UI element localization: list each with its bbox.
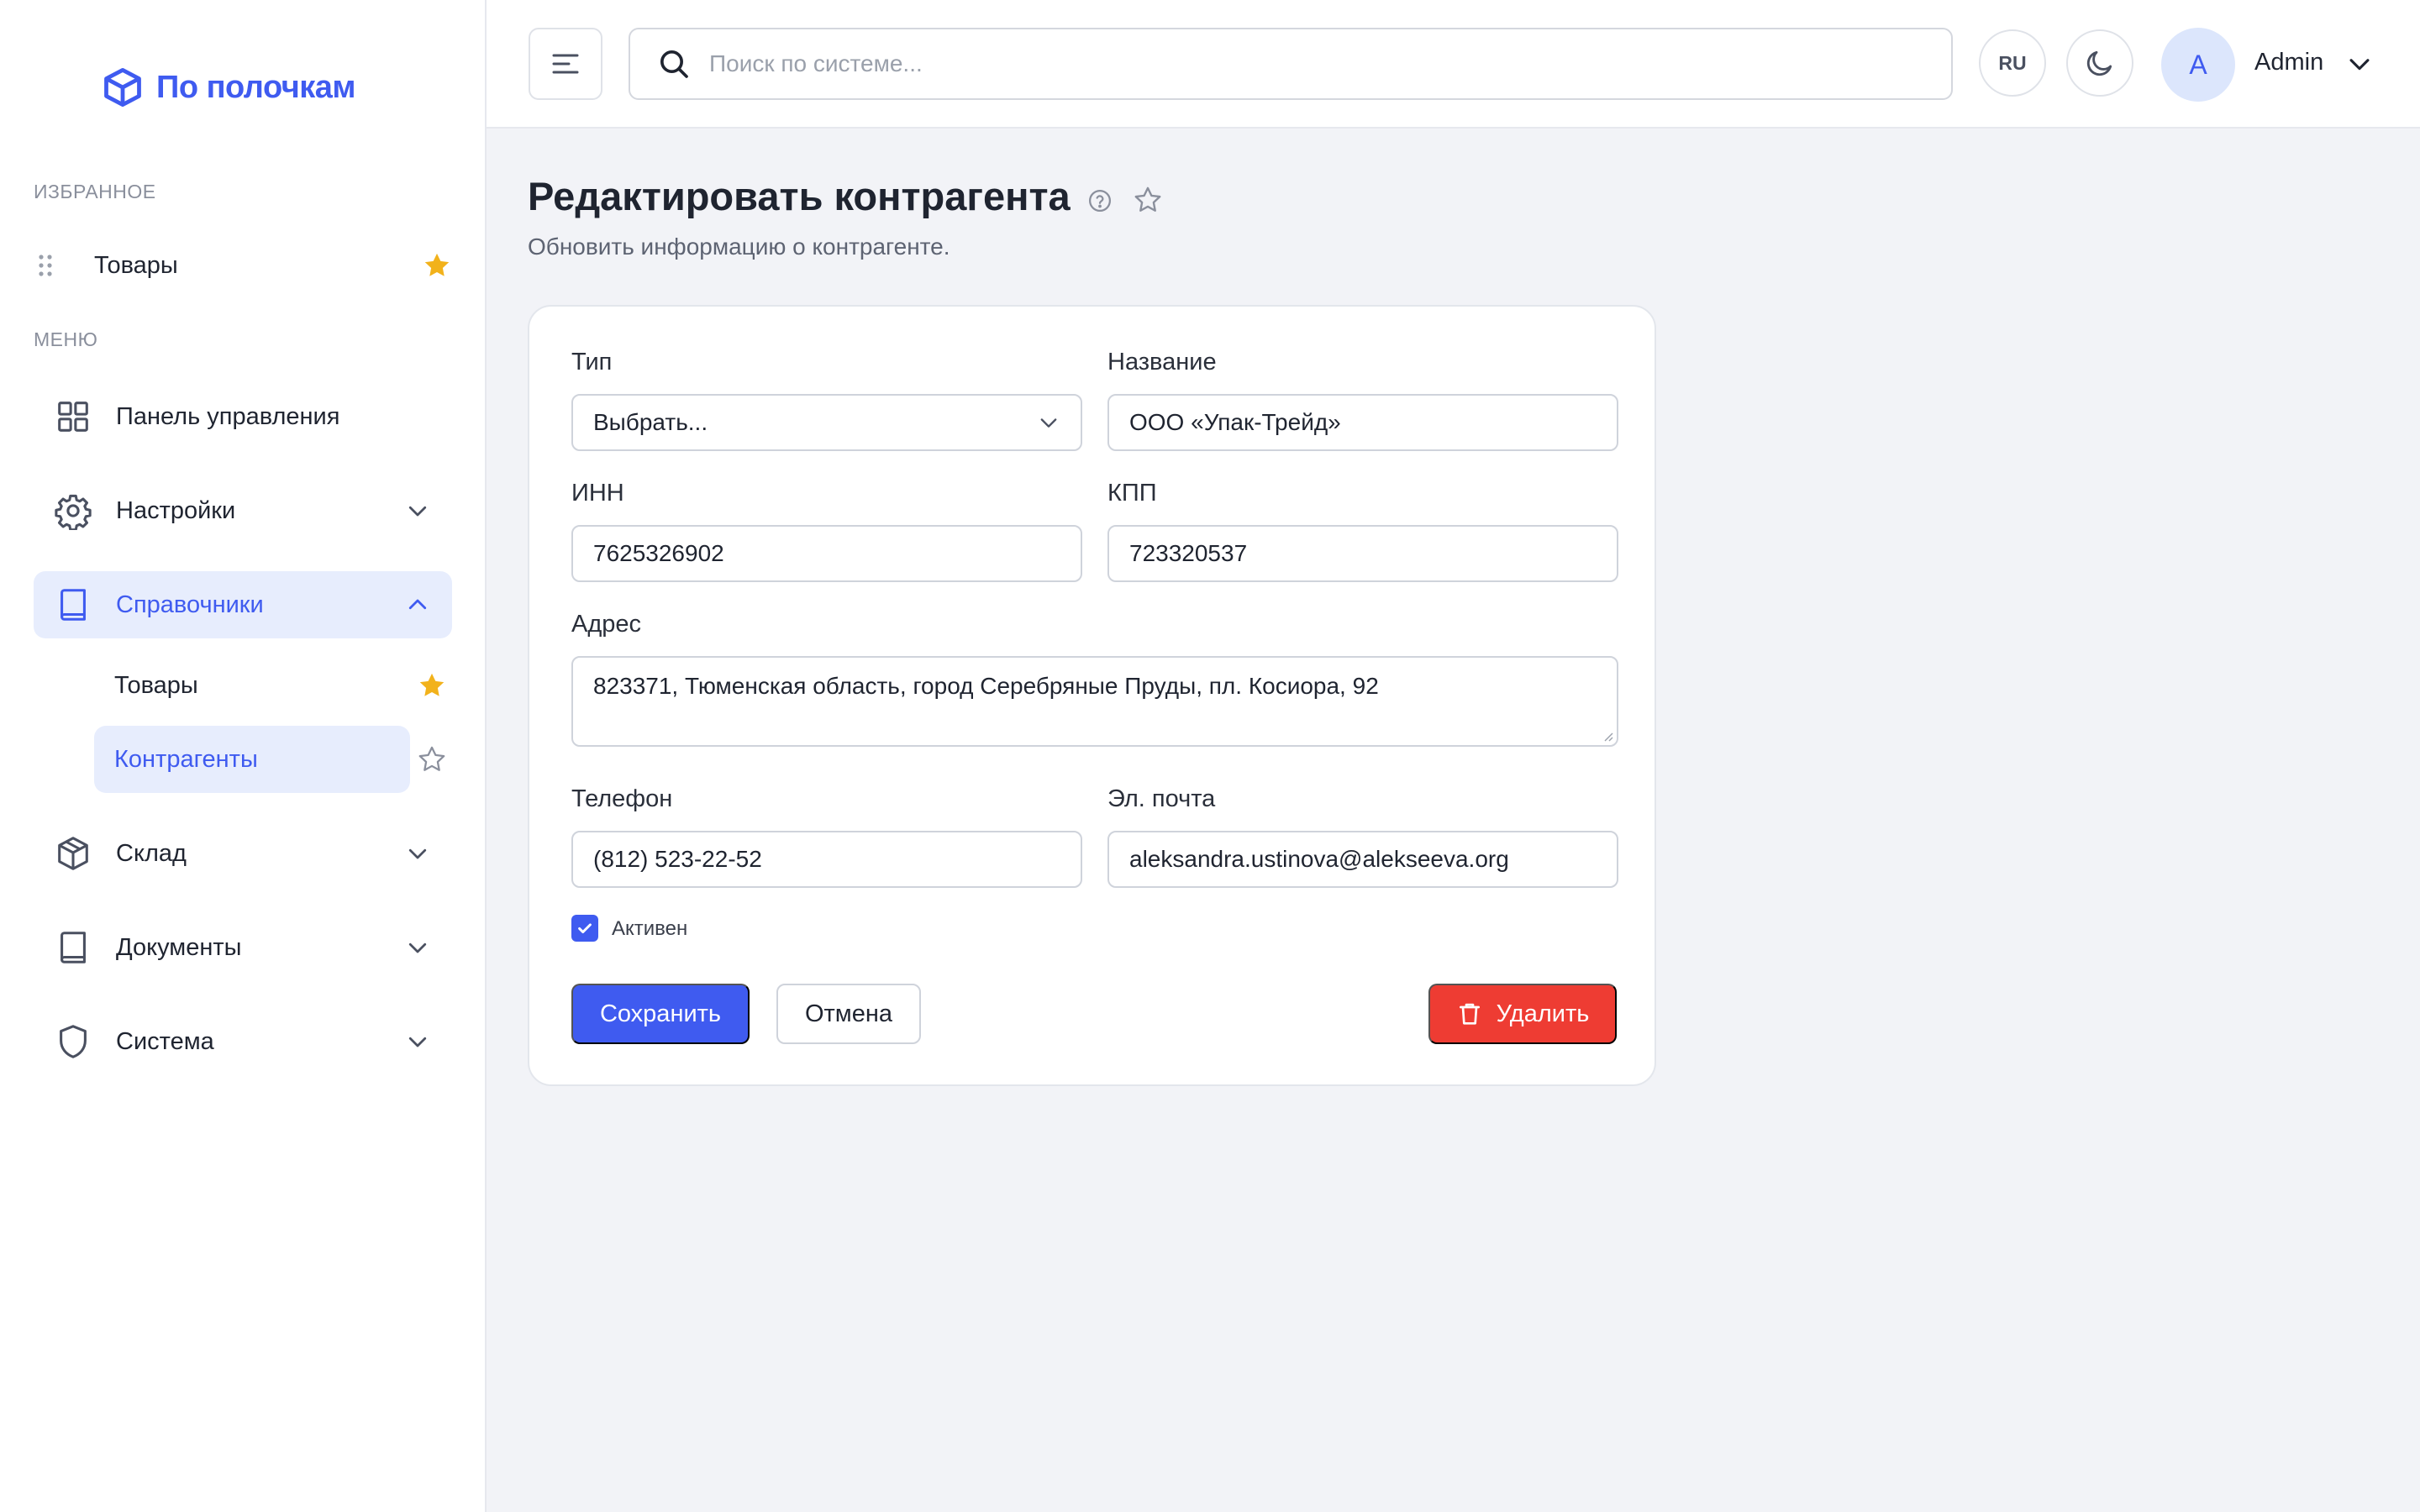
save-button[interactable]: Сохранить <box>571 984 750 1044</box>
page-subtitle: Обновить информацию о контрагенте. <box>528 234 950 260</box>
type-select[interactable]: Выбрать... <box>571 394 1082 451</box>
book-icon <box>60 932 86 963</box>
star-filled-icon[interactable] <box>417 670 447 701</box>
active-checkbox-label[interactable]: Активен <box>612 917 687 941</box>
sidebar-subitem-label: Товары <box>114 671 198 699</box>
favorite-item-goods[interactable]: Товары <box>34 242 452 289</box>
delete-button-label: Удалить <box>1496 1000 1590 1027</box>
chevron-down-icon <box>1040 418 1057 428</box>
dashboard-grid-icon <box>58 402 88 432</box>
chevron-down-icon <box>408 1037 427 1047</box>
phone-field[interactable]: (812) 523-22-52 <box>571 831 1082 888</box>
address-label: Адрес <box>571 611 642 638</box>
chevron-down-icon <box>408 848 427 859</box>
brand-logo[interactable]: По полочкам <box>101 64 356 111</box>
sidebar-item-dashboard[interactable]: Панель управления <box>34 383 452 450</box>
sidebar: По полочкам ИЗБРАННОЕ Товары МЕНЮ Панель… <box>0 0 487 1512</box>
user-name[interactable]: Admin <box>2254 49 2323 76</box>
box-icon <box>58 837 88 870</box>
book-icon <box>60 589 86 621</box>
sidebar-item-warehouse[interactable]: Склад <box>34 820 452 887</box>
star-filled-icon[interactable] <box>422 250 452 281</box>
kpp-field[interactable]: 723320537 <box>1107 525 1618 582</box>
language-button[interactable]: RU <box>1979 29 2046 97</box>
inn-field[interactable]: 7625326902 <box>571 525 1082 582</box>
resize-grip-icon[interactable] <box>1602 730 1613 742</box>
email-label: Эл. почта <box>1107 785 1216 812</box>
menu-lines-icon <box>552 54 579 74</box>
sidebar-subitem-goods[interactable]: Товары <box>94 652 410 719</box>
favorite-item-label: Товары <box>94 251 178 279</box>
sidebar-item-label: Справочники <box>116 591 264 618</box>
sidebar-item-label: Склад <box>116 839 187 867</box>
topbar: RU A Admin <box>487 0 2420 129</box>
brand-name: По полочкам <box>156 69 356 105</box>
search-icon <box>660 50 688 78</box>
address-value: 823371, Тюменская область, город Серебря… <box>593 673 1379 699</box>
shield-icon <box>60 1025 87 1058</box>
cancel-button[interactable]: Отмена <box>776 984 921 1044</box>
counterparty-form-card: Тип Выбрать... Название ООО «Упак-Трейд»… <box>528 305 1656 1086</box>
sidebar-item-system[interactable]: Система <box>34 1008 452 1075</box>
theme-toggle-button[interactable] <box>2066 29 2133 97</box>
type-label: Тип <box>571 349 613 375</box>
avatar[interactable]: A <box>2161 28 2235 102</box>
checkmark-icon <box>578 923 592 934</box>
sidebar-item-directories[interactable]: Справочники <box>34 571 452 638</box>
help-circle-icon[interactable] <box>1087 188 1113 213</box>
menu-section-label: МЕНЮ <box>34 328 98 350</box>
app-root: По полочкам ИЗБРАННОЕ Товары МЕНЮ Панель… <box>0 0 2420 1512</box>
address-textarea[interactable]: 823371, Тюменская область, город Серебря… <box>571 656 1618 747</box>
gear-icon <box>55 494 92 530</box>
chevron-up-icon <box>408 599 427 610</box>
active-checkbox[interactable] <box>571 915 598 942</box>
sidebar-item-label: Система <box>116 1027 214 1055</box>
sidebar-subitem-label: Контрагенты <box>114 745 258 773</box>
chevron-down-icon <box>408 942 427 953</box>
sidebar-item-documents[interactable]: Документы <box>34 914 452 981</box>
sidebar-item-settings[interactable]: Настройки <box>34 477 452 544</box>
trash-icon <box>1459 1003 1480 1025</box>
type-select-value: Выбрать... <box>593 409 708 435</box>
chevron-down-icon <box>408 506 427 517</box>
chevron-down-icon[interactable] <box>2345 50 2374 78</box>
search-input[interactable] <box>709 50 1886 77</box>
kpp-label: КПП <box>1107 480 1157 507</box>
name-field[interactable]: ООО «Упак-Трейд» <box>1107 394 1618 451</box>
search-bar[interactable] <box>629 28 1953 100</box>
sidebar-subitem-counterparties[interactable]: Контрагенты <box>94 726 410 793</box>
phone-label: Телефон <box>571 785 673 812</box>
sidebar-item-label: Настройки <box>116 496 236 524</box>
email-field[interactable]: aleksandra.ustinova@alekseeva.org <box>1107 831 1618 888</box>
name-label: Название <box>1107 349 1217 375</box>
sidebar-item-label: Панель управления <box>116 402 340 430</box>
favorites-section-label: ИЗБРАННОЕ <box>34 181 156 202</box>
drag-handle-icon[interactable] <box>34 253 57 278</box>
moon-icon <box>2086 50 2112 76</box>
menu-toggle-button[interactable] <box>529 28 602 100</box>
cube-logo-icon <box>104 68 141 107</box>
sidebar-item-label: Документы <box>116 933 242 961</box>
star-outline-icon[interactable] <box>417 744 447 774</box>
star-outline-icon[interactable] <box>1133 185 1163 215</box>
page-title: Редактировать контрагента <box>528 174 1071 218</box>
delete-button[interactable]: Удалить <box>1428 984 1617 1044</box>
inn-label: ИНН <box>571 480 624 507</box>
